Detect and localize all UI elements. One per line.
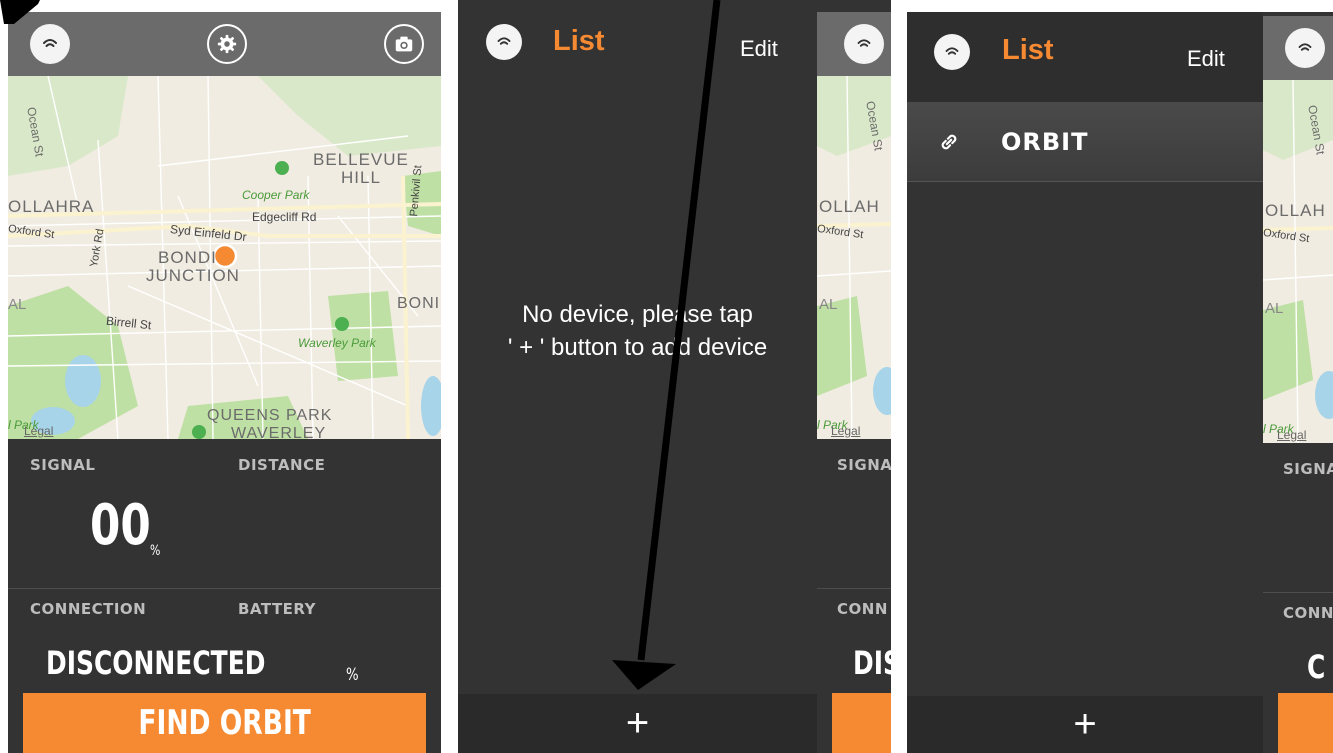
map-label-al: AL xyxy=(8,296,27,313)
park-marker-icon xyxy=(192,425,206,439)
list-title: List xyxy=(1002,34,1054,66)
signal-button[interactable] xyxy=(486,24,522,60)
signal-icon xyxy=(43,39,57,47)
device-list-panel: List Edit ORBIT + xyxy=(907,12,1263,753)
peek-map: Ocean St OLLAH Oxford St AL l Park Legal xyxy=(817,76,891,439)
camera-icon xyxy=(395,36,413,52)
signal-icon xyxy=(1298,43,1312,51)
map-label-bondi: BONDI xyxy=(158,248,217,267)
peek-divider xyxy=(1263,592,1333,593)
add-device-button[interactable]: + xyxy=(1073,702,1096,747)
add-device-bar: + xyxy=(907,696,1263,753)
signal-icon xyxy=(945,47,959,55)
peek-connection-value: C xyxy=(1307,648,1326,686)
battery-label: BATTERY xyxy=(238,600,317,618)
map-label-cooper-park: Cooper Park xyxy=(242,188,310,202)
main-screen-peek: Ocean St OLLAH Oxford St AL l Park Legal… xyxy=(817,12,891,753)
signal-button[interactable] xyxy=(934,34,970,70)
peek-signal-label: SIGNA xyxy=(837,456,891,474)
device-list-screen: List Edit ORBIT + Ocean St OLLAH Oxford … xyxy=(907,12,1333,753)
signal-icon xyxy=(857,39,871,47)
find-orbit-label: FIND ORBIT xyxy=(138,703,311,743)
peek-legal-link[interactable]: Legal xyxy=(831,424,860,438)
map-label-waverley-park: Waverley Park xyxy=(298,336,376,350)
empty-list-screen: List Edit No device, please tap ' + ' bu… xyxy=(458,0,891,753)
map-label-waverley: WAVERLEY xyxy=(231,425,327,439)
signal-button[interactable] xyxy=(30,24,70,64)
map-label-bellevue: BELLEVUE xyxy=(313,150,409,169)
camera-button[interactable] xyxy=(384,24,424,64)
empty-message: No device, please tap ' + ' button to ad… xyxy=(458,298,817,364)
map-label-hill: HILL xyxy=(341,168,381,187)
peek-label-al: AL xyxy=(819,296,838,313)
map-label-woollahra: OLLAHRA xyxy=(8,197,95,216)
list-title: List xyxy=(553,25,605,57)
map-label-queens-park: QUEENS PARK xyxy=(207,407,333,424)
map-label-junction: JUNCTION xyxy=(146,266,240,285)
edit-button[interactable]: Edit xyxy=(1187,46,1225,72)
device-name: ORBIT xyxy=(1001,128,1089,156)
main-topbar xyxy=(8,12,441,76)
find-orbit-button[interactable]: FIND ORBIT xyxy=(23,693,426,753)
map-view[interactable]: Ocean St BELLEVUE HILL Cooper Park OLLAH… xyxy=(8,76,441,439)
peek-legal-link[interactable]: Legal xyxy=(1277,428,1306,442)
settings-button[interactable] xyxy=(207,24,247,64)
connection-value: DISCONNECTED xyxy=(46,644,266,682)
peek-topbar xyxy=(1263,16,1333,80)
peek-find-button[interactable] xyxy=(832,693,891,753)
list-header: List Edit xyxy=(458,0,817,90)
signal-button[interactable] xyxy=(844,24,884,64)
peek-label-al: AL xyxy=(1265,300,1284,317)
add-device-button[interactable]: + xyxy=(626,701,649,746)
list-header: List Edit xyxy=(907,12,1263,102)
peek-find-button[interactable] xyxy=(1278,693,1333,753)
map-label-bondi-right: BONI xyxy=(397,295,441,312)
peek-map: Ocean St OLLAH Oxford St AL l Park Legal xyxy=(1263,80,1333,443)
location-dot-icon xyxy=(212,243,238,269)
peek-label-woollahra: OLLAH xyxy=(1265,201,1326,220)
signal-button[interactable] xyxy=(1285,28,1325,68)
main-screen: Ocean St BELLEVUE HILL Cooper Park OLLAH… xyxy=(8,12,441,753)
peek-topbar xyxy=(817,12,891,76)
peek-connection-label: CONN xyxy=(837,600,888,618)
stats-divider xyxy=(8,588,441,589)
link-icon xyxy=(941,134,957,150)
map-legal-link[interactable]: Legal xyxy=(24,424,53,438)
add-device-bar: + xyxy=(458,694,817,753)
map-graphics xyxy=(8,76,441,439)
peek-label-woollahra: OLLAH xyxy=(819,197,880,216)
battery-unit: % xyxy=(346,665,359,685)
peek-connection-value: DISC xyxy=(853,644,891,682)
signal-unit: % xyxy=(150,543,161,559)
empty-message-line1: No device, please tap xyxy=(522,301,753,328)
empty-list-panel: List Edit No device, please tap ' + ' bu… xyxy=(458,0,817,753)
peek-divider xyxy=(817,588,891,589)
signal-value: 00 xyxy=(90,493,151,558)
peek-signal-label: SIGNA xyxy=(1283,460,1333,478)
signal-label: SIGNAL xyxy=(30,456,96,474)
distance-label: DISTANCE xyxy=(238,456,326,474)
map-label-edgecliff-rd: Edgecliff Rd xyxy=(252,210,317,224)
device-row[interactable]: ORBIT xyxy=(907,102,1263,182)
peek-connection-label: CONN xyxy=(1283,604,1333,622)
empty-message-line2: ' + ' button to add device xyxy=(507,334,768,361)
edit-button[interactable]: Edit xyxy=(740,36,778,62)
signal-icon xyxy=(497,37,511,45)
gear-icon xyxy=(217,34,237,54)
park-marker-icon xyxy=(335,317,349,331)
connection-label: CONNECTION xyxy=(30,600,147,618)
main-screen-peek: Ocean St OLLAH Oxford St AL l Park Legal… xyxy=(1263,16,1333,753)
park-marker-icon xyxy=(275,161,289,175)
